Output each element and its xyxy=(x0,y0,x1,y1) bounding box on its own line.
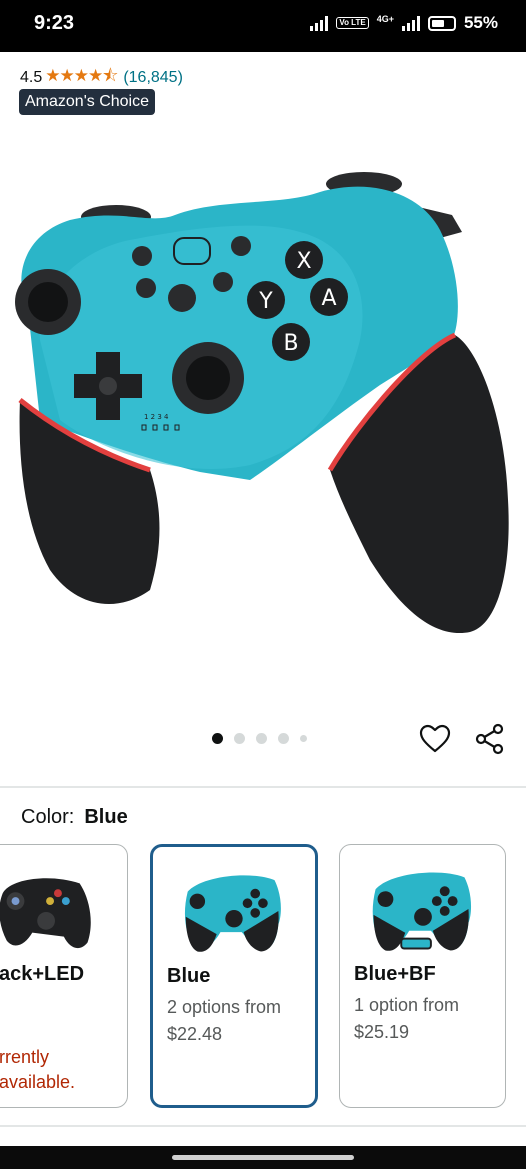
network-type: 4G+ xyxy=(376,13,394,24)
color-selection-row: Color: Blue xyxy=(21,806,128,829)
variant-thumbnail xyxy=(372,872,472,951)
volte-icon: Vo LTE xyxy=(336,17,369,29)
amazons-choice-badge: Amazon's Choice xyxy=(19,89,155,115)
home-gesture-handle[interactable] xyxy=(172,1155,354,1160)
svg-text:X: X xyxy=(296,249,311,274)
rating-row[interactable]: 4.5 ★★★★⯪ (16,845) xyxy=(20,63,183,92)
variant-unavailable: rrently available. xyxy=(0,1047,76,1092)
rating-value: 4.5 xyxy=(20,68,43,86)
variant-options: 2 options from xyxy=(167,997,282,1017)
variant-price: $22.48 xyxy=(167,1024,223,1044)
color-value: Blue xyxy=(84,806,128,828)
star-rating-icon: ★★★★⯪ xyxy=(45,66,118,85)
signal-icon-2 xyxy=(401,15,420,31)
carousel-dot[interactable] xyxy=(278,733,289,744)
variant-card-black-led[interactable]: ack+LED rrently available. xyxy=(0,844,128,1108)
svg-text:A: A xyxy=(321,286,336,311)
variant-card-blue-bf[interactable]: Blue+BF 1 option from $25.19 xyxy=(339,844,506,1108)
section-divider xyxy=(0,786,526,788)
svg-text:1 2 3 4: 1 2 3 4 xyxy=(144,413,169,421)
system-nav-bar xyxy=(0,1146,526,1169)
status-icons: Vo LTE 4G+ 55% xyxy=(310,13,498,33)
battery-icon xyxy=(427,15,456,31)
variant-options: 1 option from xyxy=(354,995,460,1015)
product-image-controller[interactable]: X A Y B 1 2 3 4 xyxy=(0,120,526,710)
carousel-dot[interactable] xyxy=(212,733,223,744)
svg-text:B: B xyxy=(283,331,298,356)
image-carousel-dots[interactable] xyxy=(212,733,307,744)
variant-name: ack+LED xyxy=(0,963,85,985)
signal-icon xyxy=(310,15,329,31)
carousel-dot[interactable] xyxy=(234,733,245,744)
svg-text:Y: Y xyxy=(258,289,273,314)
heart-icon[interactable] xyxy=(419,724,451,754)
variant-thumbnail xyxy=(0,878,91,949)
rating-count-link[interactable]: (16,845) xyxy=(123,69,183,87)
variant-thumbnail xyxy=(184,875,281,952)
variant-card-blue[interactable]: Blue 2 options from $22.48 xyxy=(150,844,318,1108)
carousel-dot[interactable] xyxy=(256,733,267,744)
carousel-dot[interactable] xyxy=(300,735,307,742)
status-bar: 9:23 Vo LTE 4G+ 55% xyxy=(0,0,526,52)
variant-price: $25.19 xyxy=(354,1022,410,1042)
battery-percent: 55% xyxy=(463,13,498,32)
section-divider xyxy=(0,1125,526,1127)
status-time: 9:23 xyxy=(34,12,75,34)
variant-name: Blue+BF xyxy=(354,963,436,985)
color-label: Color: xyxy=(21,806,75,828)
variant-name: Blue xyxy=(167,965,211,987)
share-icon[interactable] xyxy=(474,723,506,755)
